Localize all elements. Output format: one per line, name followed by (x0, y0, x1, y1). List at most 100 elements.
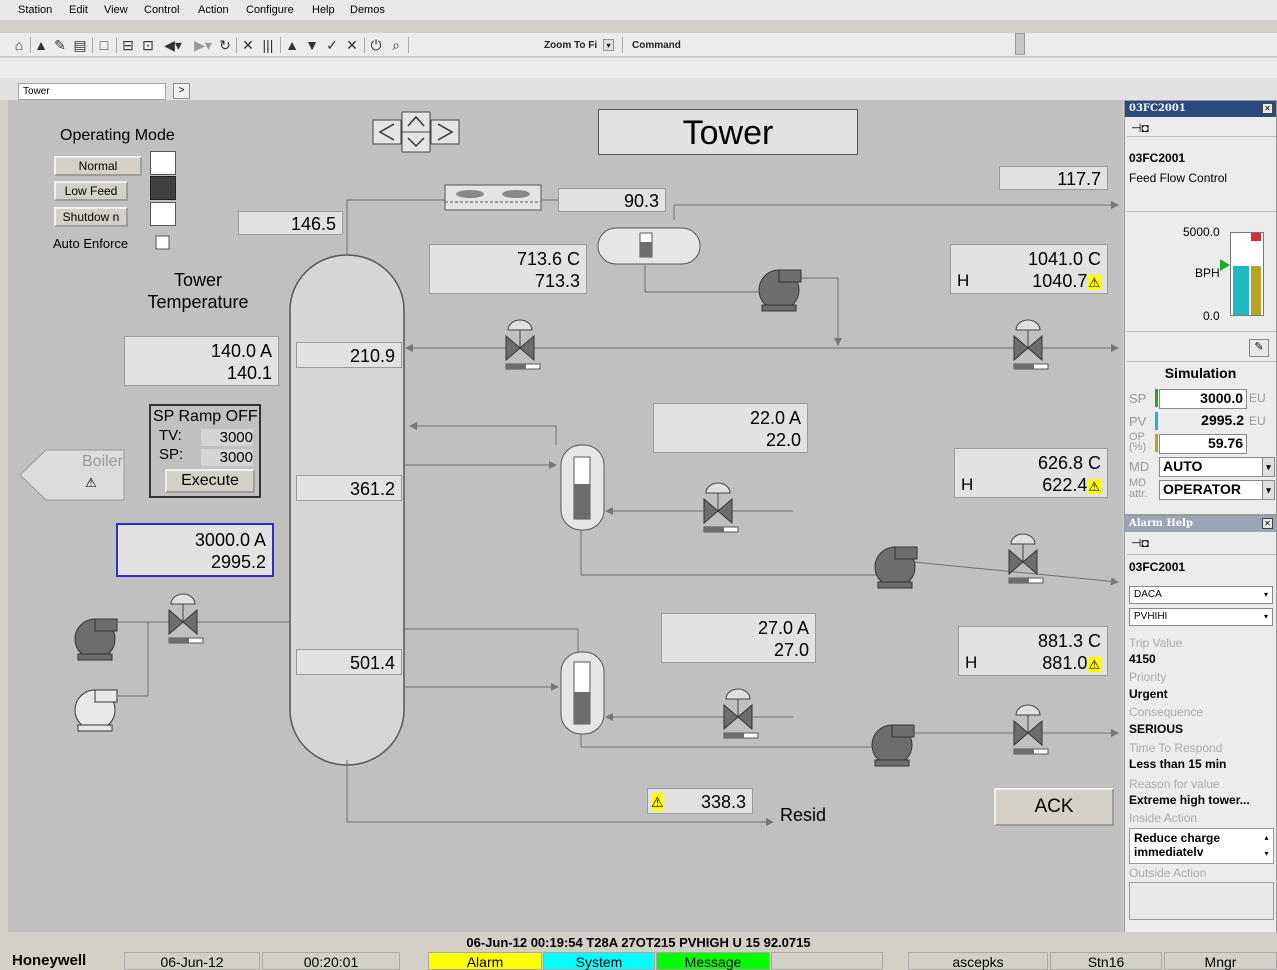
zoom-dropdown-icon[interactable]: ▾ (603, 39, 614, 51)
side-product-2-controller[interactable]: H 881.3 C 881.0⚠ (958, 626, 1108, 676)
message-icon[interactable]: ▤ (72, 36, 88, 54)
scroll-arrows-icon[interactable]: ▴ ▾ (1261, 830, 1272, 862)
refresh-icon[interactable]: ↻ (218, 36, 232, 54)
op-input[interactable]: 59.76 (1159, 434, 1247, 454)
system-status-button[interactable]: System (543, 952, 655, 970)
power-icon[interactable]: ⏻ (368, 36, 384, 54)
search-icon[interactable]: ⌕ (388, 36, 404, 54)
boiler-label: Boiler (82, 453, 123, 470)
tray-temp-3[interactable]: 501.4 (296, 649, 402, 675)
sp-label: SP: (159, 446, 184, 463)
auto-enforce-checkbox[interactable] (156, 236, 169, 249)
tower-temp-sp: 140.0 A (210, 341, 272, 361)
resid-value-box[interactable]: ⚠ 338.3 (647, 788, 753, 814)
sp-value[interactable]: 3000 (201, 449, 253, 466)
tower-temp-controller[interactable]: 140.0 A 140.1 (124, 336, 279, 386)
lower-icon[interactable]: ▼ (304, 36, 320, 54)
page-down-icon[interactable]: ⊟ (120, 36, 136, 54)
boiler-link[interactable]: Boiler ⚠ (20, 450, 124, 500)
overhead-value[interactable]: 90.3 (558, 188, 666, 212)
alarm-source-select[interactable]: DACA ▾ (1129, 586, 1273, 604)
menu-configure[interactable]: Configure (246, 4, 294, 16)
alarm-help-panel: Alarm Help ✕ ⊣◘ 03FC2001 DACA ▾ PVHIHI ▾ T… (1124, 515, 1277, 933)
control-valve[interactable] (723, 688, 759, 739)
side-draw-2-pv: 27.0 (773, 640, 809, 660)
inside-action-text[interactable]: Reduce charge immediatelv (1129, 828, 1274, 864)
tray-temp-1[interactable]: 210.9 (296, 342, 402, 368)
alarm-status-line[interactable]: 06-Jun-12 00:19:54 T28A 27OT215 PVHIGH U… (0, 932, 1277, 952)
display-tab[interactable]: Tower (18, 83, 166, 100)
consequence-label: Consequence (1129, 705, 1204, 719)
menu-edit[interactable]: Edit (69, 4, 88, 16)
control-valve[interactable] (168, 593, 204, 644)
menu-help[interactable]: Help (312, 4, 335, 16)
control-valve[interactable] (703, 482, 739, 533)
side-draw-1-controller[interactable]: 22.0 A 22.0 (653, 403, 808, 453)
alarm-summary-button[interactable]: Alarm (428, 952, 542, 970)
menu-station[interactable]: Station (18, 4, 52, 16)
menu-demos[interactable]: Demos (350, 4, 385, 16)
tv-label: TV: (159, 427, 182, 444)
md-label: MD (1129, 459, 1150, 474)
outside-action-text[interactable] (1129, 882, 1274, 920)
forward-icon[interactable]: ▶▾ (190, 36, 216, 54)
back-icon[interactable]: ◀▾ (160, 36, 186, 54)
low-feed-mode-button[interactable]: Low Feed (54, 181, 128, 201)
display-title: Tower (598, 109, 858, 155)
side-product-1-controller[interactable]: H 626.8 C 622.4⚠ (954, 448, 1108, 498)
ack-button[interactable]: ACK (994, 788, 1114, 826)
page-up-icon[interactable]: ⊡ (140, 36, 156, 54)
shutdown-mode-indicator (150, 202, 176, 226)
group-icon[interactable]: ||| (260, 36, 276, 54)
status-bar: Honeywell 06-Jun-12 00:20:01 Alarm Syste… (0, 952, 1277, 970)
reflux-controller[interactable]: 713.6 C 713.3 (429, 244, 587, 294)
trend-icon[interactable]: ✕ (240, 36, 256, 54)
menu-control[interactable]: Control (144, 4, 179, 16)
sp-ramp-title: SP Ramp OFF (153, 408, 258, 425)
shutdown-mode-button[interactable]: Shutdow n (54, 207, 128, 227)
tv-value[interactable]: 3000 (201, 429, 253, 446)
pin-icon[interactable]: ⊣◘ (1131, 121, 1149, 135)
alarm-condition-select[interactable]: PVHIHI ▾ (1129, 608, 1273, 626)
brand-logo: Honeywell (12, 952, 87, 969)
pin-icon[interactable]: ⊣◘ (1131, 536, 1149, 550)
home-icon[interactable]: ⌂ (12, 36, 26, 54)
edit-icon[interactable]: ✎ (1249, 339, 1269, 357)
time-to-respond-label: Time To Respond (1129, 741, 1223, 755)
cancel-icon[interactable]: ✕ (344, 36, 360, 54)
tray-temp-2[interactable]: 361.2 (296, 475, 402, 501)
control-valve[interactable] (505, 319, 541, 370)
side-draw-2-controller[interactable]: 27.0 A 27.0 (661, 613, 816, 663)
resid-value: 338.3 (700, 792, 746, 812)
top-product-controller[interactable]: H 1041.0 C 1040.7⚠ (950, 244, 1108, 294)
control-valve[interactable] (1013, 319, 1049, 370)
off-gas-value[interactable]: 117.7 (999, 166, 1108, 190)
toolbar-grip[interactable] (1015, 33, 1025, 55)
top-product-sp: 1041.0 C (1027, 249, 1101, 269)
execute-button[interactable]: Execute (165, 469, 255, 493)
tab-next-button[interactable]: > (173, 83, 190, 99)
normal-mode-button[interactable]: Normal (54, 156, 142, 176)
enter-icon[interactable]: ✓ (324, 36, 340, 54)
command-field[interactable]: Command (632, 37, 681, 54)
menu-view[interactable]: View (104, 4, 128, 16)
window-icon[interactable]: □ (96, 36, 112, 54)
chevron-down-icon: ▾ (1263, 612, 1268, 621)
feed-flow-controller[interactable]: 3000.0 A 2995.2 (116, 523, 274, 577)
message-summary-button[interactable]: Message (656, 952, 770, 970)
silence-icon[interactable]: ✎ (52, 36, 68, 54)
raise-icon[interactable]: ▲ (284, 36, 300, 54)
control-valve[interactable] (1013, 704, 1049, 755)
control-valve[interactable] (1008, 533, 1044, 584)
side-draw-1-sp: 22.0 A (749, 408, 801, 428)
side-product-2-alarm-icon: ⚠ (1087, 657, 1101, 672)
close-icon[interactable]: ✕ (1262, 103, 1273, 114)
mode-attr-select[interactable]: OPERATOR ▾ (1159, 480, 1275, 500)
close-icon[interactable]: ✕ (1262, 518, 1273, 529)
sp-input[interactable]: 3000.0 (1159, 389, 1247, 409)
menu-action[interactable]: Action (198, 4, 229, 16)
mode-select[interactable]: AUTO ▾ (1159, 457, 1275, 477)
tower-top-temp[interactable]: 146.5 (238, 211, 343, 235)
op-label: OP (%) (1129, 431, 1147, 453)
alarm-icon[interactable]: ▲ (34, 36, 48, 54)
